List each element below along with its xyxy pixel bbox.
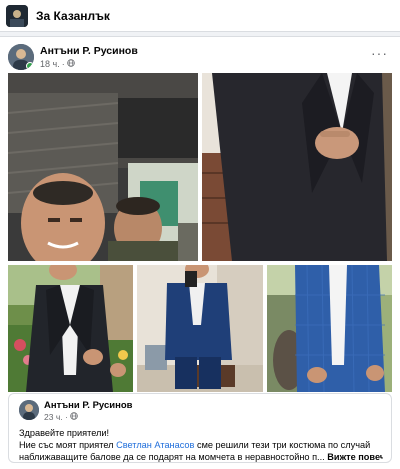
shared-post-author[interactable]: Антъни Р. Русинов <box>44 400 132 411</box>
group-thumbnail[interactable] <box>6 4 28 27</box>
shared-post[interactable]: Антъни Р. Русинов 23 ч. · Здравейте прия… <box>8 393 392 463</box>
photo-suit-closeup[interactable] <box>202 73 392 261</box>
post-time[interactable]: 18 ч. <box>40 59 60 69</box>
photo-suit-mirror[interactable] <box>137 265 263 392</box>
shared-post-text: Здравейте приятели! Ние със моят приятел… <box>19 427 383 463</box>
post-text-line3: наближаващите балове да се подарят на мо… <box>19 452 325 462</box>
avatar[interactable] <box>19 400 39 420</box>
post-text-before: Ние със моят приятел <box>19 440 117 450</box>
group-topbar: За Казанлък <box>0 0 400 32</box>
post-header: Антъни Р. Русинов 18 ч. · ··· <box>8 43 392 71</box>
post-author[interactable]: Антъни Р. Русинов <box>40 45 138 57</box>
post-greeting: Здравейте приятели! <box>19 428 110 438</box>
globe-icon <box>66 59 75 69</box>
photo-blue-suit[interactable] <box>267 265 392 392</box>
photo-suit-garden[interactable] <box>8 265 133 392</box>
photo-selfie-car[interactable] <box>8 73 198 261</box>
avatar[interactable] <box>8 44 34 70</box>
shared-post-time[interactable]: 23 ч. <box>44 412 63 422</box>
more-options-button[interactable]: ··· <box>371 45 388 61</box>
globe-icon <box>70 412 78 422</box>
mention-link[interactable]: Светлан Атанасов <box>116 440 194 450</box>
shared-post-meta: 23 ч. · <box>44 412 78 422</box>
post-card: Антъни Р. Русинов 18 ч. · ··· Антъни Р. … <box>0 36 400 469</box>
post-text-after: сме решили тези три костюма по случай <box>194 440 371 450</box>
post-meta: 18 ч. · <box>40 59 75 69</box>
group-name[interactable]: За Казанлък <box>36 9 110 23</box>
see-more-link[interactable]: Вижте повече <box>327 452 383 462</box>
